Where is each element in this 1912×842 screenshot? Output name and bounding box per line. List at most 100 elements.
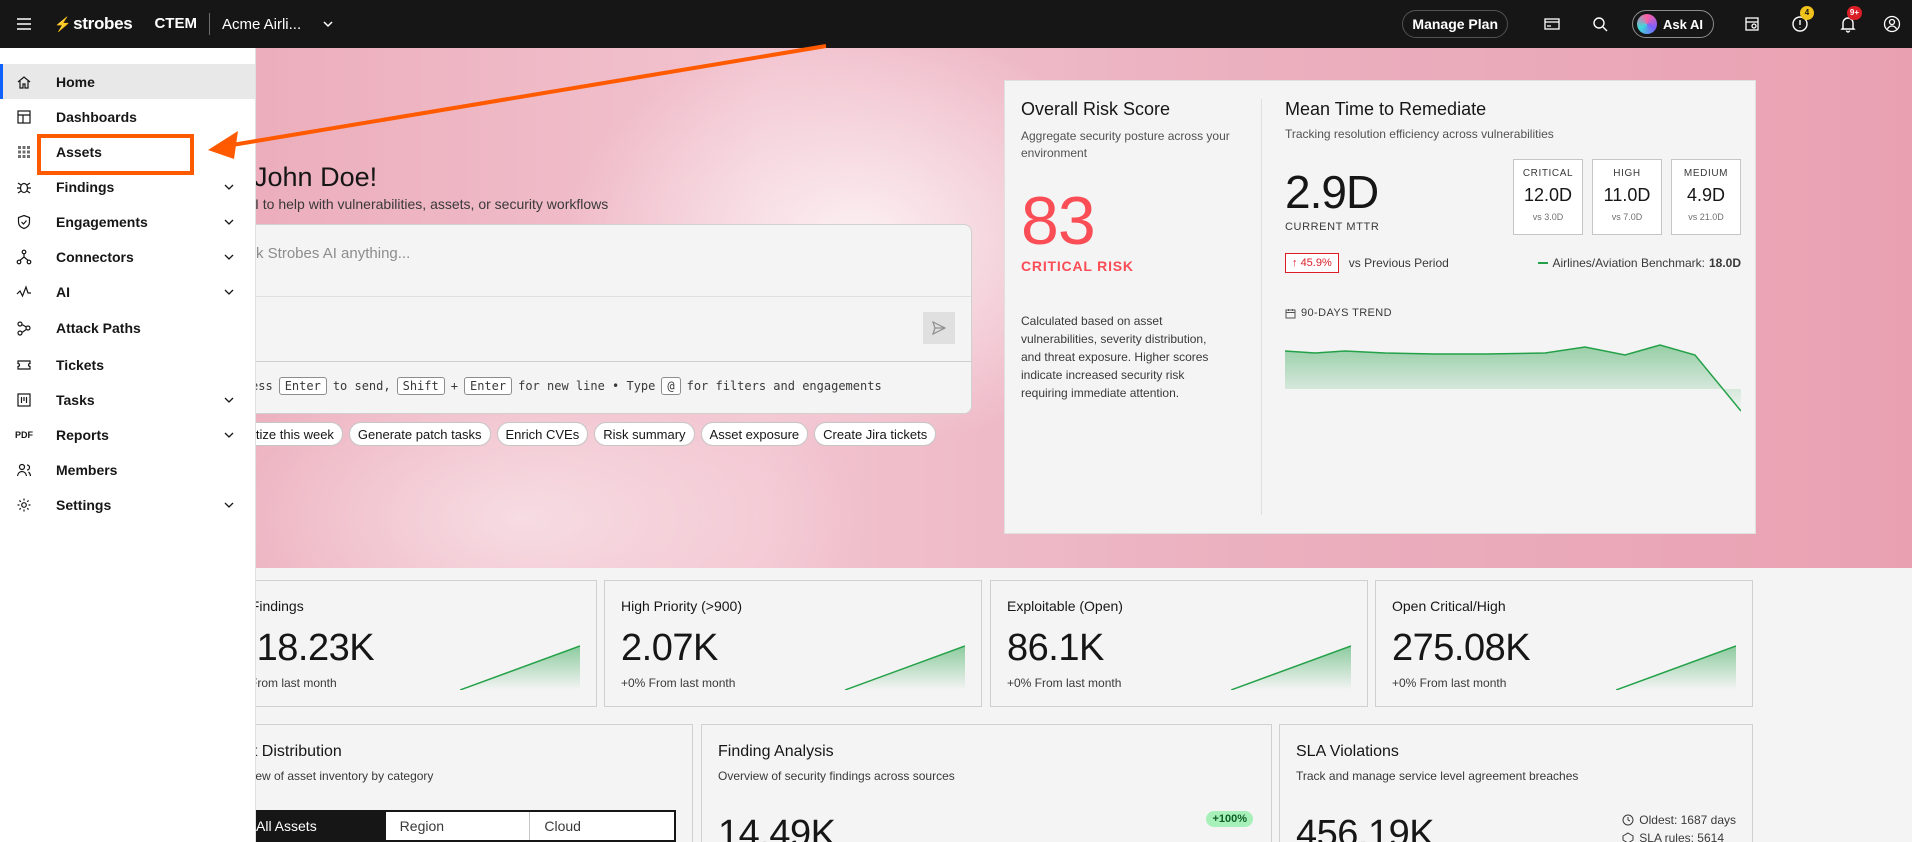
divider [201,296,971,297]
rules-icon [1622,832,1634,842]
risk-card: Overall Risk Score Aggregate security po… [1004,80,1756,534]
members-icon [16,462,32,478]
attack-path-icon [16,320,32,336]
notifications-badge: 9+ [1846,6,1862,20]
ai-orb-icon [1637,14,1658,34]
trend-label: 90-DAYS TREND [1285,307,1392,319]
chip-generate-patch-tasks[interactable]: Generate patch tasks [348,422,491,446]
chevron-down-icon[interactable] [321,17,335,31]
sidebar-item-settings[interactable]: Settings [0,487,255,522]
mttr-title: Mean Time to Remediate [1285,99,1487,119]
change-badge: ↑ 45.9% [1285,253,1339,273]
menu-icon[interactable] [0,0,48,48]
trend-area [1285,345,1741,411]
manage-plan-button[interactable]: Manage Plan [1402,10,1509,38]
tab-cloud[interactable]: Cloud [530,812,674,840]
sidebar-item-ai[interactable]: AI [0,274,255,309]
ask-ai-button[interactable]: Ask AI [1632,10,1714,38]
pdf-icon: PDF [15,429,33,440]
ai-prompt-input[interactable]: k Strobes AI anything... [256,245,410,262]
notifications-icon[interactable]: 9+ [1824,0,1872,48]
scan-status-icon[interactable] [1728,0,1776,48]
metric-exploitable[interactable]: Exploitable (Open) 86.1K +0% From last m… [990,580,1368,707]
send-button[interactable] [923,312,955,344]
chevron-down-icon[interactable] [223,499,235,511]
metric-total-findings[interactable]: al Findings 518.23K % From last month [219,580,597,707]
bug-icon [16,179,32,195]
org-selector-label[interactable]: Acme Airli... [222,16,301,33]
sidebar-item-members[interactable]: Members [0,452,255,487]
sidebar-item-home[interactable]: Home [0,64,255,99]
clock-icon [1622,814,1634,826]
severity-box-critical: CRITICAL 12.0D vs 3.0D [1513,159,1583,235]
overall-risk-panel: Overall Risk Score Aggregate security po… [1021,99,1231,402]
ai-prompt-box[interactable]: k Strobes AI anything... ess Enter to sen… [200,224,972,414]
chevron-down-icon[interactable] [223,394,235,406]
sidebar-item-dashboards[interactable]: Dashboards [0,99,255,134]
divider [201,361,971,362]
sidebar-item-tickets[interactable]: Tickets [0,347,255,382]
keyboard-hint: ess Enter to send, Shift + Enter for new li… [251,377,882,395]
chevron-down-icon[interactable] [223,286,235,298]
sparkline [1231,645,1351,690]
strobes-logo[interactable]: ⚡ strobes [54,14,133,34]
benchmark-line-icon [1538,262,1549,264]
sparkline [460,645,580,690]
sparkline [845,645,965,690]
ticket-icon [16,357,32,373]
user-avatar-icon[interactable] [1872,0,1912,48]
chevron-down-icon[interactable] [223,181,235,193]
dashboard-icon [16,109,32,125]
sidebar-item-attack-paths[interactable]: Attack Paths [0,309,255,347]
tab-all-assets[interactable]: All Assets [242,812,386,840]
risk-score: 83 [1021,183,1096,259]
severity-box-medium: MEDIUM 4.9D vs 21.0D [1671,159,1741,235]
calendar-icon [1285,308,1296,318]
tab-region[interactable]: Region [386,812,531,840]
sidebar-item-engagements[interactable]: Engagements [0,204,255,239]
sidebar-item-reports[interactable]: PDF Reports [0,417,255,452]
gear-icon [16,497,32,513]
alerts-badge: 4 [1800,6,1814,20]
top-bar: ⚡ strobes CTEM Acme Airli... Manage Plan … [0,0,1912,48]
connector-icon [16,249,32,265]
divider [1261,99,1262,515]
send-icon [932,321,946,335]
sidebar-item-tasks[interactable]: Tasks [0,382,255,417]
sla-violations-card: SLA Violations Track and manage service … [1279,724,1753,842]
ai-icon [16,284,32,300]
benchmark: Airlines/Aviation Benchmark: 18.0D [1538,256,1741,270]
chip-risk-summary[interactable]: Risk summary [594,422,695,446]
chip-enrich-cves[interactable]: Enrich CVEs [496,422,589,446]
trend-chart [1285,344,1741,412]
chip-asset-exposure[interactable]: Asset exposure [700,422,809,446]
search-icon[interactable] [1576,0,1624,48]
billing-icon[interactable] [1528,0,1576,48]
change-badge: +100% [1206,811,1253,827]
finding-analysis-card: Finding Analysis Overview of security fi… [701,724,1272,842]
risk-subtitle: Aggregate security posture across your e… [1021,129,1230,160]
chevron-down-icon[interactable] [223,429,235,441]
metric-high-priority[interactable]: High Priority (>900) 2.07K +0% From last… [604,580,982,707]
chip-create-jira-tickets[interactable]: Create Jira tickets [814,422,937,446]
mttr-panel: Mean Time to Remediate Tracking resoluti… [1285,99,1741,412]
asset-distribution-tabs: All Assets Region Cloud [240,810,676,842]
risk-title: Overall Risk Score [1021,99,1171,119]
greeting-subtitle: I to help with vulnerabilities, assets, … [255,196,609,212]
change-label: vs Previous Period [1348,256,1449,270]
chevron-down-icon[interactable] [223,216,235,228]
metric-open-critical-high[interactable]: Open Critical/High 275.08K +0% From last… [1375,580,1753,707]
severity-boxes: CRITICAL 12.0D vs 3.0D HIGH 11.0D vs 7.0… [1513,159,1741,235]
home-icon [16,74,32,90]
sidebar-item-connectors[interactable]: Connectors [0,239,255,274]
suggestion-chips: itize this week Generate patch tasks Enr… [244,422,937,446]
alerts-icon[interactable]: 4 [1776,0,1824,48]
sla-meta: Oldest: 1687 days SLA rules: 5614 [1622,811,1736,842]
chip-prioritize[interactable]: itize this week [244,422,343,446]
chevron-down-icon[interactable] [223,251,235,263]
hero-section: llo, John Doe! I to help with vulnerabil… [0,48,1912,568]
shield-icon [16,214,32,230]
mttr-comparison: ↑ 45.9% vs Previous Period Airlines/Avia… [1285,253,1741,273]
sparkline [1616,645,1736,690]
mttr-subtitle: Tracking resolution efficiency across vu… [1285,127,1554,141]
